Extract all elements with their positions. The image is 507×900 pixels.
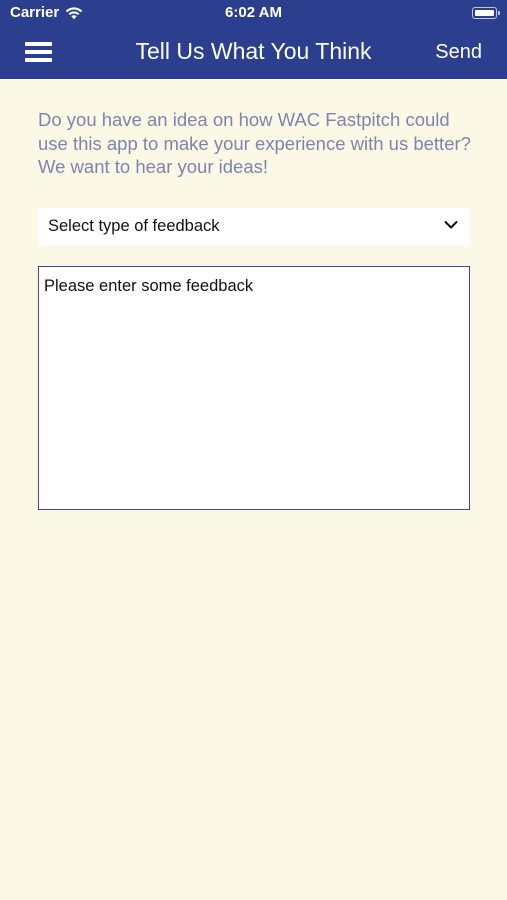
send-button[interactable]: Send: [435, 41, 482, 64]
battery-icon: [472, 7, 500, 19]
status-bar: Carrier 6:02 AM: [0, 0, 507, 28]
feedback-textarea[interactable]: Please enter some feedback: [38, 266, 470, 510]
feedback-type-dropdown[interactable]: Select type of feedback: [38, 208, 470, 246]
navigation-bar: Tell Us What You Think Send: [0, 28, 507, 79]
intro-text: Do you have an idea on how WAC Fastpitch…: [38, 109, 471, 177]
top-bar: Carrier 6:02 AM Tell Us What You Think S…: [0, 0, 507, 79]
feedback-type-placeholder: Select type of feedback: [48, 217, 220, 235]
feedback-placeholder: Please enter some feedback: [44, 277, 254, 295]
page-title: Tell Us What You Think: [135, 38, 372, 64]
status-time: 6:02 AM: [225, 4, 282, 21]
chevron-down-icon: [444, 218, 458, 232]
